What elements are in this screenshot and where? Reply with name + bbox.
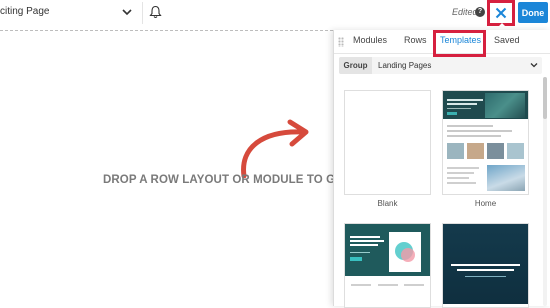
top-bar: citing Page Edited ? Done — [0, 0, 550, 28]
edited-status: Edited — [452, 7, 478, 17]
panel-pointer — [495, 23, 509, 30]
tab-saved[interactable]: Saved — [494, 35, 520, 45]
group-label: Group — [339, 57, 372, 74]
chevron-down-icon[interactable] — [121, 5, 133, 19]
template-blank[interactable] — [344, 90, 431, 195]
drop-zone-border — [0, 30, 333, 31]
chevron-down-icon — [530, 63, 538, 68]
template-preview-text — [447, 125, 524, 140]
template-3[interactable] — [344, 223, 431, 308]
curved-arrow-icon — [241, 119, 309, 178]
template-4[interactable] — [442, 223, 529, 308]
empty-canvas-message: DROP A ROW LAYOUT OR MODULE TO GET S — [103, 174, 362, 186]
template-preview-gallery — [447, 143, 524, 159]
tab-rows[interactable]: Rows — [404, 35, 427, 45]
panel-tabs: Modules Rows Templates Saved — [334, 30, 550, 57]
template-home[interactable] — [442, 90, 529, 195]
close-icon — [495, 7, 507, 19]
group-value: Landing Pages — [378, 61, 432, 70]
template-preview-text — [351, 284, 424, 286]
templates-tab-highlight — [433, 30, 486, 57]
builder-canvas: citing Page Edited ? Done DROP A ROW LAY… — [0, 0, 550, 308]
template-preview-hero — [443, 91, 528, 119]
group-select[interactable]: Group Landing Pages — [339, 57, 542, 74]
scrollbar-thumb[interactable] — [543, 77, 547, 119]
template-preview-hero — [443, 224, 528, 304]
done-button[interactable]: Done — [518, 2, 548, 23]
page-title[interactable]: citing Page — [0, 6, 49, 17]
bell-icon[interactable] — [149, 5, 162, 19]
template-preview-section — [443, 161, 528, 194]
template-caption: Home — [474, 199, 497, 208]
toolbar-divider — [142, 2, 143, 24]
drag-handle-icon[interactable] — [338, 37, 344, 47]
template-caption: Blank — [377, 199, 398, 208]
template-preview-image — [485, 93, 525, 118]
help-icon[interactable]: ? — [475, 7, 485, 17]
tab-modules[interactable]: Modules — [353, 35, 387, 45]
panel-scrollbar[interactable] — [543, 77, 547, 306]
template-preview-hero — [345, 224, 430, 276]
content-panel: Modules Rows Templates Saved Group Landi… — [333, 30, 550, 308]
